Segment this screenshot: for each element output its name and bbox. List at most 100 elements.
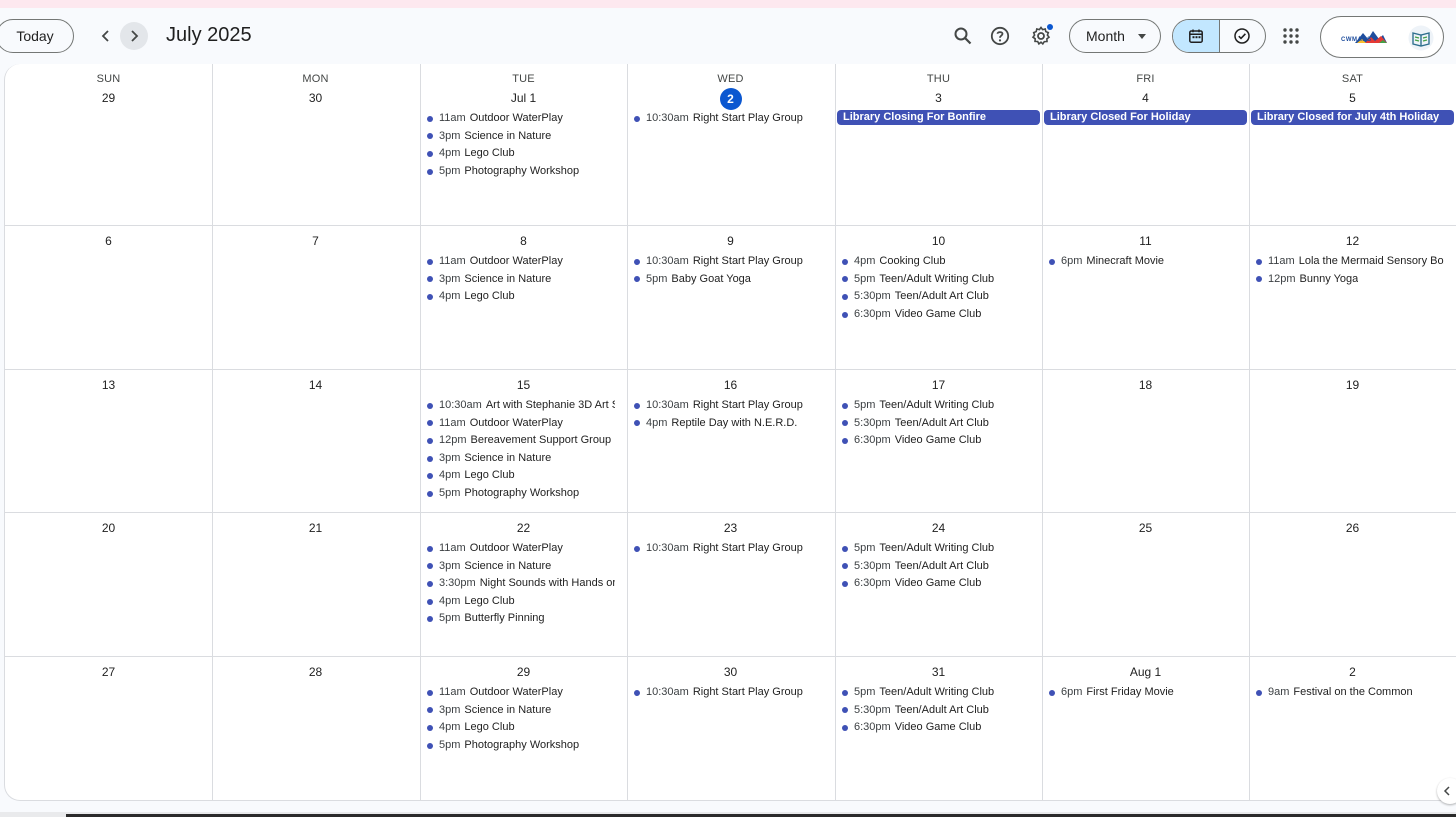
day-number[interactable]: 13 <box>5 375 212 395</box>
day-number[interactable]: 9 <box>627 231 834 251</box>
day-number[interactable]: 11 <box>1042 231 1249 251</box>
event-chip[interactable]: 4pm Lego Club <box>420 719 627 737</box>
day-number[interactable]: 3 <box>835 88 1042 108</box>
tasks-view-toggle[interactable] <box>1220 20 1266 52</box>
day-number[interactable]: 15 <box>420 375 627 395</box>
event-chip[interactable]: 5pm Baby Goat Yoga <box>627 271 834 289</box>
event-chip[interactable]: 3:30pm Night Sounds with Hands or <box>420 575 627 593</box>
day-number[interactable]: Jul 1 <box>420 88 627 108</box>
day-cell[interactable]: 21 <box>212 518 419 656</box>
settings-button[interactable] <box>1027 22 1055 50</box>
event-chip[interactable]: 4pm Reptile Day with N.E.R.D. <box>627 415 834 433</box>
event-chip[interactable]: 11am Outdoor WaterPlay <box>420 415 627 433</box>
today-button[interactable]: Today <box>0 19 74 53</box>
view-select[interactable]: Month <box>1069 19 1161 53</box>
day-number[interactable]: 29 <box>420 662 627 682</box>
event-chip[interactable]: 6pm First Friday Movie <box>1042 684 1249 702</box>
event-chip[interactable]: 10:30am Right Start Play Group <box>627 540 834 558</box>
event-chip[interactable]: 10:30am Right Start Play Group <box>627 684 834 702</box>
event-chip[interactable]: 5:30pm Teen/Adult Art Club <box>835 558 1042 576</box>
day-cell[interactable]: 3 Library Closing For Bonfire <box>835 88 1042 225</box>
event-chip[interactable]: 5pm Teen/Adult Writing Club <box>835 684 1042 702</box>
day-cell[interactable]: 25 <box>1042 518 1249 656</box>
event-chip[interactable]: 11am Outdoor WaterPlay <box>420 253 627 271</box>
event-chip[interactable]: 4pm Lego Club <box>420 593 627 611</box>
event-chip[interactable]: 3pm Science in Nature <box>420 271 627 289</box>
event-chip[interactable]: 5pm Butterfly Pinning <box>420 610 627 628</box>
event-chip[interactable]: 5:30pm Teen/Adult Art Club <box>835 415 1042 433</box>
day-number[interactable]: 8 <box>420 231 627 251</box>
day-number[interactable]: 27 <box>5 662 212 682</box>
day-number[interactable]: 30 <box>212 88 419 108</box>
day-number[interactable]: 26 <box>1249 518 1456 538</box>
day-cell[interactable]: 6 <box>5 231 212 369</box>
day-number[interactable]: 5 <box>1249 88 1456 108</box>
event-chip[interactable]: 12pm Bereavement Support Group <box>420 432 627 450</box>
day-cell[interactable]: 22 11am Outdoor WaterPlay 3pm Science in Nat… <box>420 518 627 656</box>
day-number[interactable]: 16 <box>627 375 834 395</box>
day-number[interactable]: 14 <box>212 375 419 395</box>
day-cell[interactable]: 26 <box>1249 518 1456 656</box>
event-chip[interactable]: 3pm Science in Nature <box>420 128 627 146</box>
event-chip[interactable]: 4pm Lego Club <box>420 467 627 485</box>
event-chip[interactable]: 11am Lola the Mermaid Sensory Box <box>1249 253 1456 271</box>
apps-launcher-button[interactable] <box>1277 22 1305 50</box>
help-button[interactable] <box>986 22 1014 50</box>
day-cell[interactable]: 30 <box>212 88 419 225</box>
event-chip[interactable]: 4pm Lego Club <box>420 288 627 306</box>
day-cell[interactable]: 29 11am Outdoor WaterPlay 3pm Science in Nat… <box>420 662 627 800</box>
day-cell[interactable]: 12 11am Lola the Mermaid Sensory Box 12pm Bu… <box>1249 231 1456 369</box>
event-chip[interactable]: 5pm Photography Workshop <box>420 737 627 755</box>
day-cell[interactable]: 31 5pm Teen/Adult Writing Club 5:30pm Teen/A… <box>835 662 1042 800</box>
day-number[interactable]: 31 <box>835 662 1042 682</box>
day-number[interactable]: 23 <box>627 518 834 538</box>
day-cell[interactable]: 18 <box>1042 375 1249 512</box>
day-cell[interactable]: 9 10:30am Right Start Play Group 5pm Baby Go… <box>627 231 834 369</box>
day-cell[interactable]: 8 11am Outdoor WaterPlay 3pm Science in Natu… <box>420 231 627 369</box>
day-cell[interactable]: 10 4pm Cooking Club 5pm Teen/Adult Writing C… <box>835 231 1042 369</box>
day-cell[interactable]: 2 9am Festival on the Common <box>1249 662 1456 800</box>
day-cell[interactable]: 11 6pm Minecraft Movie <box>1042 231 1249 369</box>
event-chip[interactable]: 5pm Teen/Adult Writing Club <box>835 397 1042 415</box>
day-cell[interactable]: 2 10:30am Right Start Play Group <box>627 88 834 225</box>
calendar-view-toggle[interactable] <box>1173 20 1220 52</box>
previous-month-button[interactable] <box>92 22 120 50</box>
event-chip[interactable]: 3pm Science in Nature <box>420 450 627 468</box>
day-number[interactable]: 17 <box>835 375 1042 395</box>
event-chip[interactable]: 12pm Bunny Yoga <box>1249 271 1456 289</box>
day-number[interactable]: 22 <box>420 518 627 538</box>
day-number[interactable]: 19 <box>1249 375 1456 395</box>
all-day-event[interactable]: Library Closed For Holiday <box>1044 110 1247 125</box>
day-number[interactable]: Aug 1 <box>1042 662 1249 682</box>
event-chip[interactable]: 5pm Teen/Adult Writing Club <box>835 540 1042 558</box>
day-number[interactable]: 28 <box>212 662 419 682</box>
day-number[interactable]: 24 <box>835 518 1042 538</box>
event-chip[interactable]: 3pm Science in Nature <box>420 558 627 576</box>
day-cell[interactable]: 19 <box>1249 375 1456 512</box>
event-chip[interactable]: 6:30pm Video Game Club <box>835 575 1042 593</box>
event-chip[interactable]: 10:30am Right Start Play Group <box>627 110 834 128</box>
search-button[interactable] <box>949 22 977 50</box>
day-cell[interactable]: 7 <box>212 231 419 369</box>
day-cell[interactable]: 17 5pm Teen/Adult Writing Club 5:30pm Teen/A… <box>835 375 1042 512</box>
day-cell[interactable]: 29 <box>5 88 212 225</box>
day-number[interactable]: 7 <box>212 231 419 251</box>
day-cell[interactable]: Jul 1 11am Outdoor WaterPlay 3pm Science in … <box>420 88 627 225</box>
day-cell[interactable]: 28 <box>212 662 419 800</box>
event-chip[interactable]: 4pm Cooking Club <box>835 253 1042 271</box>
day-number[interactable]: 4 <box>1042 88 1249 108</box>
day-cell[interactable]: 4 Library Closed For Holiday <box>1042 88 1249 225</box>
event-chip[interactable]: 5:30pm Teen/Adult Art Club <box>835 702 1042 720</box>
event-chip[interactable]: 6:30pm Video Game Club <box>835 719 1042 737</box>
day-cell[interactable]: Aug 1 6pm First Friday Movie <box>1042 662 1249 800</box>
day-number[interactable]: 29 <box>5 88 212 108</box>
day-cell[interactable]: 27 <box>5 662 212 800</box>
day-number[interactable]: 21 <box>212 518 419 538</box>
day-number[interactable]: 6 <box>5 231 212 251</box>
day-cell[interactable]: 30 10:30am Right Start Play Group <box>627 662 834 800</box>
day-number[interactable]: 20 <box>5 518 212 538</box>
day-cell[interactable]: 13 <box>5 375 212 512</box>
horizontal-scrollbar[interactable] <box>0 812 1456 817</box>
today-date[interactable]: 2 <box>627 88 834 110</box>
event-chip[interactable]: 6pm Minecraft Movie <box>1042 253 1249 271</box>
